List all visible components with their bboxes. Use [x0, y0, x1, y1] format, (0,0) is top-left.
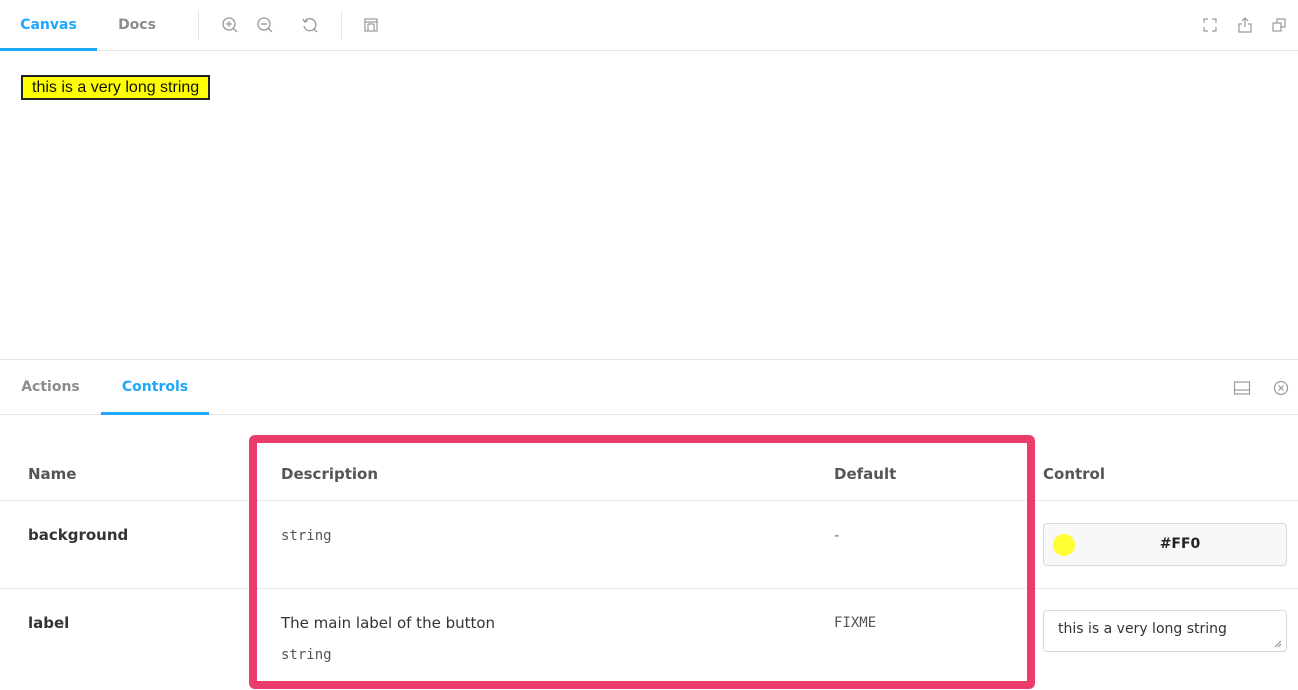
share-icon[interactable]	[1234, 14, 1256, 36]
arg-default-background: -	[834, 526, 840, 544]
panel-orientation-icon[interactable]	[1231, 377, 1253, 399]
tab-docs[interactable]: Docs	[105, 0, 169, 50]
reset-zoom-icon[interactable]	[299, 14, 321, 36]
column-header-description: Description	[281, 465, 379, 483]
column-header-control: Control	[1043, 465, 1106, 483]
color-value: #FF0	[1159, 536, 1201, 552]
fullscreen-icon[interactable]	[1199, 14, 1221, 36]
args-table: Name Description Default Control backgro…	[0, 415, 1298, 690]
column-header-name: Name	[28, 465, 77, 483]
addons-panel-header: Actions Controls	[0, 359, 1298, 415]
tab-actions[interactable]: Actions	[19, 360, 82, 414]
row-divider	[0, 588, 1298, 589]
label-text-input[interactable]: this is a very long string	[1043, 610, 1287, 652]
tab-canvas[interactable]: Canvas	[0, 0, 97, 51]
preview-toolbar: Canvas Docs	[0, 0, 1298, 51]
zoom-in-icon[interactable]	[219, 14, 241, 36]
zoom-out-icon[interactable]	[254, 14, 276, 36]
story-canvas: this is a very long string	[0, 51, 1298, 359]
color-picker-control[interactable]: #FF0	[1043, 523, 1287, 566]
arg-name-background: background	[28, 526, 129, 544]
copy-link-icon[interactable]	[1268, 14, 1290, 36]
column-header-default: Default	[834, 465, 897, 483]
close-panel-icon[interactable]	[1270, 377, 1292, 399]
resize-handle-icon[interactable]	[1274, 640, 1282, 648]
arg-default-label: FIXME	[834, 615, 877, 631]
toolbar-divider	[198, 10, 199, 40]
arg-type-background: string	[281, 528, 332, 544]
row-divider	[0, 500, 1298, 501]
arg-type-label: string	[281, 647, 332, 663]
arg-name-label: label	[28, 614, 70, 632]
preview-button[interactable]: this is a very long string	[21, 75, 211, 100]
tab-controls[interactable]: Controls	[101, 360, 209, 415]
toolbar-divider	[341, 10, 342, 40]
arg-description-label: The main label of the button	[281, 614, 496, 632]
background-grid-icon[interactable]	[360, 14, 382, 36]
